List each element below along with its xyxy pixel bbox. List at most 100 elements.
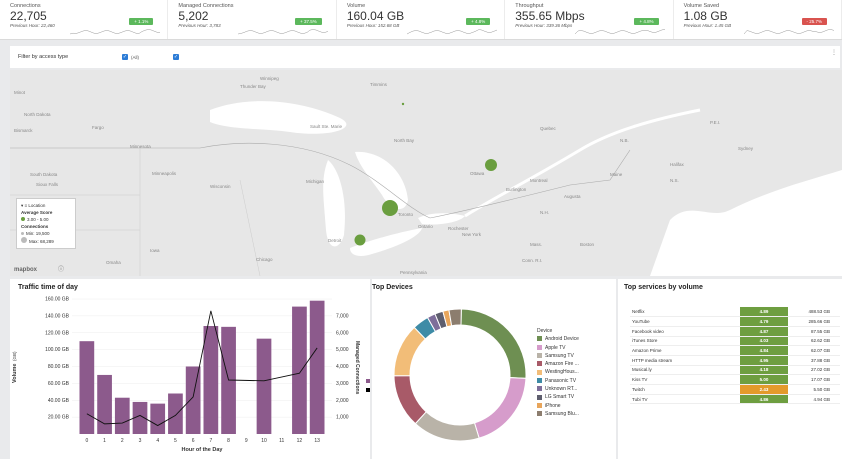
mapbox-logo[interactable]: mapbox — [14, 267, 37, 273]
service-score: 4.18 — [740, 365, 788, 376]
device-name: Amazon Fire ... — [545, 361, 579, 368]
service-row[interactable]: Kiss TV 5.00 17.07 GB — [630, 374, 840, 385]
legend-score-title: Average Score — [21, 210, 53, 215]
y-tick-label: 40.00 GB — [48, 398, 70, 404]
traffic-bar — [256, 338, 272, 434]
location-map[interactable]: Winnipeg Thunder Bay Timmins Minot North Dak… — [10, 70, 842, 276]
map-place-label: Quebec — [540, 126, 556, 131]
map-place-label: Minneapolis — [152, 171, 177, 176]
traffic-bar — [150, 403, 166, 434]
service-volume: 37.88 GB — [788, 355, 840, 366]
map-place-label: N.H. — [540, 210, 549, 215]
device-legend-item[interactable]: Apple TV — [537, 344, 579, 352]
map-place-label: N.B. — [620, 138, 629, 143]
service-name: iTunes Store — [630, 336, 740, 347]
device-legend-item[interactable]: Unknown RT... — [537, 385, 579, 393]
device-swatch — [537, 386, 542, 392]
service-row[interactable]: Twitch 2.43 5.50 GB — [630, 384, 840, 395]
service-volume: 285.66 GB — [788, 316, 840, 327]
service-row[interactable]: Facebook video 4.87 87.55 GB — [630, 326, 840, 337]
more-options-icon[interactable]: ⋮ — [831, 49, 837, 56]
service-volume: 17.07 GB — [788, 374, 840, 385]
kpi-bar: Connections 22,705 Previous Hour: 22,460 + … — [0, 0, 842, 40]
map-place-label: North Dakota — [24, 112, 51, 117]
device-legend-item[interactable]: Android Device — [537, 335, 579, 343]
map-place-label: Michigan — [306, 179, 325, 184]
filter-label: Filter by access type — [18, 54, 69, 60]
x-tick-label: 12 — [297, 438, 303, 444]
device-legend-item[interactable]: iPhone — [537, 402, 579, 410]
location-bubble-detroit — [354, 234, 366, 246]
service-row[interactable]: HTTP media stream 4.95 37.88 GB — [630, 355, 840, 366]
traffic-chart[interactable]: 20.00 GB 40.00 GB 60.00 GB 80.00 GB 100.00 G… — [10, 279, 370, 459]
x-tick-label: 10 — [261, 438, 267, 444]
device-slice — [393, 375, 427, 425]
device-legend-item[interactable]: Panasonic TV — [537, 377, 579, 385]
kpi-change-badge: + 4.8% — [466, 18, 491, 25]
devices-donut[interactable] — [372, 279, 532, 459]
y2-tick-label: 7,000 — [336, 313, 349, 319]
service-row[interactable]: Tubi TV 4.86 4.94 GB — [630, 394, 840, 405]
device-legend-item[interactable]: WestingHous... — [537, 368, 579, 376]
device-swatch — [537, 344, 542, 350]
kpi-card: Throughput 355.65 Mbps Previous Hour: 339.… — [505, 0, 674, 39]
kpi-change-badge: - 25.7% — [801, 18, 828, 25]
service-score: 2.43 — [740, 384, 788, 395]
service-volume: 27.02 GB — [788, 365, 840, 376]
info-icon[interactable]: ⓘ — [58, 264, 64, 273]
service-row[interactable]: Amazon Prime 4.84 62.07 GB — [630, 345, 840, 356]
map-place-label: South Dakota — [30, 172, 58, 177]
device-slice — [473, 377, 527, 439]
score-dot-icon — [21, 217, 25, 221]
service-name: HTTP media stream — [630, 355, 740, 366]
map-place-label: Chicago — [256, 257, 273, 262]
map-place-label: Toronto — [398, 212, 414, 217]
device-legend-item[interactable]: Samsung TV — [537, 352, 579, 360]
location-bubble-toronto — [382, 200, 398, 216]
map-place-label: Augusta — [564, 194, 581, 199]
device-legend-item[interactable]: Amazon Fire ... — [537, 360, 579, 368]
kpi-sparkline — [743, 29, 834, 35]
y2-tick-label: 5,000 — [336, 347, 349, 353]
map-place-label: Ottawa — [470, 171, 485, 176]
y-tick-label: 80.00 GB — [48, 364, 70, 370]
service-score: 5.00 — [740, 374, 788, 385]
device-swatch — [537, 377, 542, 383]
map-place-label: Wisconsin — [210, 184, 231, 189]
map-legend: ▾ ≡ Location Average Score 3.00 - 5.00 C… — [16, 198, 76, 249]
st-lawrence — [464, 108, 701, 218]
x-tick-label: 9 — [245, 438, 248, 444]
checkbox-option[interactable]: ✓ — [173, 54, 179, 60]
map-place-label: Ontario — [418, 224, 433, 229]
service-name: Tubi TV — [630, 394, 740, 405]
x-tick-label: 4 — [156, 438, 159, 444]
kpi-sparkline — [575, 29, 666, 35]
kpi-card: Managed Connections 5,202 Previous Hour: 3… — [168, 0, 337, 39]
min-size-icon — [21, 232, 24, 235]
checkbox-all-label: (All) — [131, 54, 139, 60]
map-place-label: Bismarck — [14, 128, 33, 133]
y-tick-label: 140.00 GB — [45, 313, 70, 319]
atlantic — [650, 170, 842, 276]
service-row[interactable]: YouTube 4.79 285.66 GB — [630, 316, 840, 327]
y-tick-label: 20.00 GB — [48, 415, 70, 421]
service-row[interactable]: Netflix 4.89 488.53 GB — [630, 307, 840, 318]
y-axis-unit: (GB) — [12, 351, 17, 361]
service-row[interactable]: Musical.ly 4.18 27.02 GB — [630, 365, 840, 376]
x-tick-label: 6 — [192, 438, 195, 444]
device-legend-item[interactable]: Samsung Blu... — [537, 410, 579, 418]
service-row[interactable]: iTunes Store 4.03 62.62 GB — [630, 336, 840, 347]
traffic-bar — [203, 326, 219, 434]
checkbox-all[interactable]: ✓ — [122, 54, 128, 60]
service-name: Facebook video — [630, 326, 740, 337]
map-place-label: Maine — [610, 172, 623, 177]
traffic-bar — [309, 300, 325, 434]
device-legend-item[interactable]: LG Smart TV — [537, 393, 579, 401]
y2-tick-label: 3,000 — [336, 381, 349, 387]
kpi-card: Volume Saved 1.08 GB Previous Hour: 1.45 G… — [674, 0, 842, 39]
map-place-label: Detroit — [328, 238, 342, 243]
traffic-bar — [79, 341, 95, 434]
service-score: 4.87 — [740, 326, 788, 337]
device-name: Android Device — [545, 336, 579, 343]
map-place-label: North Bay — [394, 138, 415, 143]
